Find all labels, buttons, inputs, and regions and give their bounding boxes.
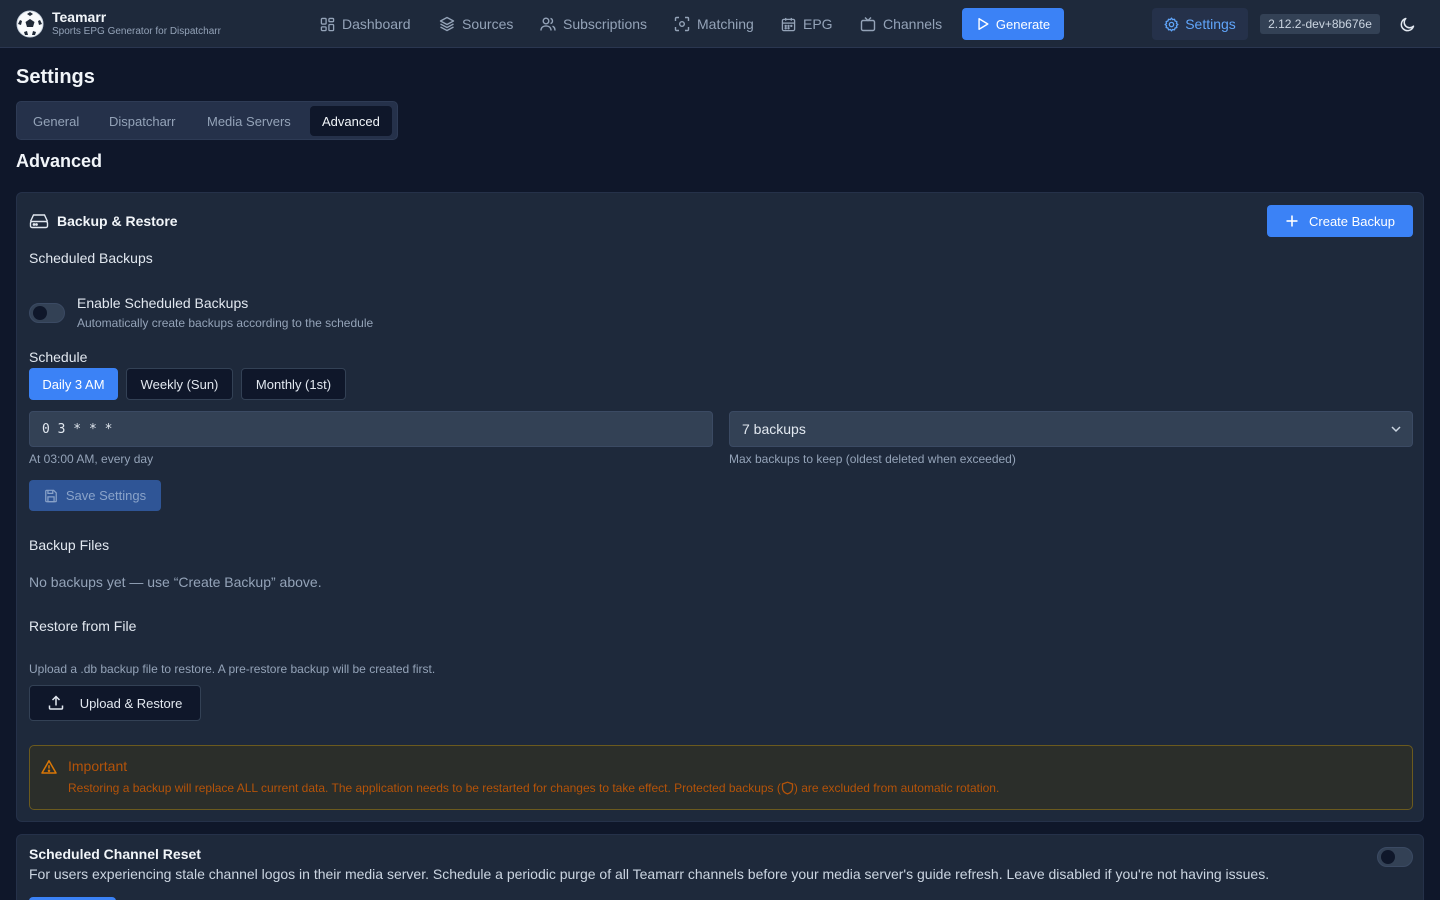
- save-icon: [44, 489, 66, 503]
- preset-daily-button[interactable]: Daily 3 AM: [29, 368, 118, 400]
- important-warning-box: Important Restoring a backup will replac…: [29, 745, 1413, 810]
- nav-subscriptions[interactable]: Subscriptions: [540, 8, 647, 40]
- schedule-label: Schedule: [29, 349, 88, 365]
- tv-icon: [860, 16, 883, 32]
- cron-expression-input[interactable]: 0 3 * * *: [29, 411, 713, 447]
- warning-text-part-1: Restoring a backup will replace ALL curr…: [68, 781, 781, 795]
- retention-select[interactable]: 7 backups: [729, 411, 1413, 447]
- upload-restore-label: Upload & Restore: [79, 695, 183, 711]
- backup-card-header: Backup & Restore: [29, 212, 178, 230]
- create-backup-label: Create Backup: [1309, 213, 1395, 229]
- warning-triangle-icon: [41, 759, 57, 775]
- plus-icon: [1285, 214, 1309, 228]
- channel-reset-desc: For users experiencing stale channel log…: [29, 866, 1270, 882]
- upload-icon: [48, 695, 80, 711]
- enable-scheduled-backups-desc: Automatically create backups according t…: [77, 316, 374, 330]
- soccer-ball-logo-icon: [16, 10, 44, 38]
- warning-text-part-2: ) are excluded from automatic rotation.: [793, 781, 1000, 795]
- generate-label: Generate: [995, 16, 1051, 32]
- app-title: Teamarr: [52, 9, 107, 25]
- nav-channels[interactable]: Channels: [860, 8, 942, 40]
- nav-dashboard-label: Dashboard: [342, 16, 411, 32]
- nav-settings[interactable]: Settings: [1152, 8, 1248, 40]
- tab-advanced[interactable]: Advanced: [310, 106, 392, 136]
- nav-matching-label: Matching: [697, 16, 754, 32]
- settings-tabs: General Dispatcharr Media Servers Advanc…: [16, 101, 398, 140]
- enable-scheduled-backups-label: Enable Scheduled Backups: [77, 295, 249, 311]
- restore-heading: Restore from File: [29, 618, 137, 634]
- preset-monthly-button[interactable]: Monthly (1st): [241, 368, 346, 400]
- tab-general[interactable]: General: [21, 106, 91, 136]
- nav-subscriptions-label: Subscriptions: [563, 16, 648, 32]
- dashboard-icon: [320, 17, 342, 32]
- save-settings-label: Save Settings: [65, 488, 147, 503]
- channel-reset-card: Scheduled Channel Reset For users experi…: [16, 834, 1424, 900]
- restore-desc: Upload a .db backup file to restore. A p…: [29, 662, 436, 676]
- nav-dashboard[interactable]: Dashboard: [320, 8, 411, 40]
- page-title: Settings: [16, 66, 95, 88]
- upload-restore-button[interactable]: Upload & Restore: [29, 685, 201, 721]
- hard-drive-icon: [29, 212, 57, 230]
- nav-sources-label: Sources: [462, 16, 514, 32]
- retention-value: 7 backups: [742, 421, 806, 437]
- scan-icon: [674, 16, 697, 32]
- brand[interactable]: Teamarr Sports EPG Generator for Dispatc…: [16, 9, 221, 38]
- preset-weekly-button[interactable]: Weekly (Sun): [126, 368, 233, 400]
- toggle-knob: [33, 306, 47, 320]
- retention-help-text: Max backups to keep (oldest deleted when…: [729, 452, 1016, 466]
- nav-matching[interactable]: Matching: [674, 8, 754, 40]
- shield-icon: [781, 781, 794, 795]
- scheduled-backups-heading: Scheduled Backups: [29, 250, 153, 266]
- channel-reset-title: Scheduled Channel Reset: [29, 846, 201, 862]
- app-subtitle: Sports EPG Generator for Dispatcharr: [52, 26, 221, 37]
- moon-icon: [1398, 14, 1418, 34]
- backup-files-heading: Backup Files: [29, 537, 110, 553]
- warning-text: Restoring a backup will replace ALL curr…: [68, 781, 999, 795]
- layers-icon: [439, 16, 462, 32]
- users-icon: [540, 16, 563, 32]
- play-icon: [976, 17, 996, 31]
- toggle-knob: [1381, 850, 1395, 864]
- tab-dispatcharr[interactable]: Dispatcharr: [97, 106, 187, 136]
- backup-restore-card: Backup & Restore Create Backup Scheduled…: [16, 192, 1424, 822]
- generate-button[interactable]: Generate: [962, 8, 1064, 40]
- top-navbar: Teamarr Sports EPG Generator for Dispatc…: [0, 0, 1440, 48]
- calendar-icon: [781, 17, 803, 32]
- theme-toggle-button[interactable]: [1398, 14, 1418, 34]
- tab-media-servers[interactable]: Media Servers: [195, 106, 303, 136]
- nav-epg-label: EPG: [803, 16, 833, 32]
- nav-epg[interactable]: EPG: [781, 8, 833, 40]
- backup-card-title: Backup & Restore: [57, 213, 178, 229]
- save-settings-button[interactable]: Save Settings: [29, 480, 161, 511]
- version-badge: 2.12.2-dev+8b676e: [1260, 14, 1380, 34]
- create-backup-button[interactable]: Create Backup: [1267, 205, 1413, 237]
- settings-label: Settings: [1185, 16, 1236, 32]
- enable-scheduled-backups-toggle[interactable]: [29, 303, 65, 323]
- backup-files-empty-text: No backups yet — use “Create Backup” abo…: [29, 574, 322, 590]
- section-title: Advanced: [16, 151, 103, 171]
- channel-reset-toggle[interactable]: [1377, 847, 1413, 867]
- nav-channels-label: Channels: [883, 16, 943, 32]
- gear-icon: [1164, 16, 1185, 32]
- chevron-down-icon: [1390, 423, 1402, 435]
- cron-help-text: At 03:00 AM, every day: [29, 452, 154, 466]
- warning-title: Important: [68, 758, 128, 774]
- nav-sources[interactable]: Sources: [439, 8, 513, 40]
